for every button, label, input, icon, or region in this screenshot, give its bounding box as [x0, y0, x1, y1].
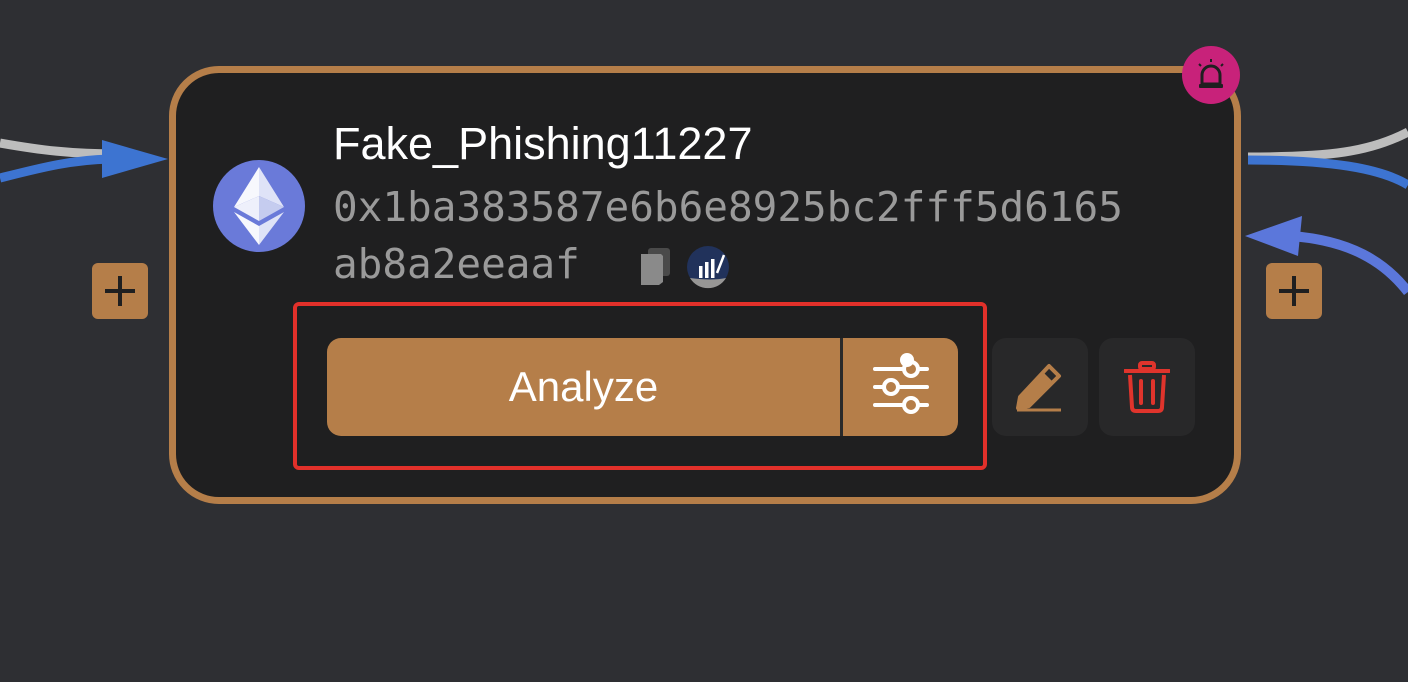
add-right-button[interactable]: [1266, 263, 1322, 319]
analyze-split-button: Analyze: [327, 338, 958, 436]
plus-icon: [1279, 276, 1309, 306]
ethereum-icon: [213, 160, 305, 252]
sliders-icon: [872, 360, 929, 414]
address-line-2: ab8a2eeaaf: [333, 240, 580, 288]
siren-icon: [1198, 59, 1224, 88]
edge-right-gray: [1247, 128, 1408, 162]
address-line-1: 0x1ba383587e6b6e8925bc2fff5d6165: [333, 183, 1123, 231]
pencil-icon: [1016, 364, 1061, 412]
edge-right-blue: [1247, 155, 1408, 189]
copy-icon[interactable]: [637, 246, 673, 286]
edit-button[interactable]: [992, 338, 1088, 436]
settings-indicator-dot: [900, 353, 914, 367]
add-left-button[interactable]: [92, 263, 148, 319]
plus-icon: [105, 276, 135, 306]
trash-icon: [1124, 361, 1170, 413]
analysis-settings-button[interactable]: [843, 338, 958, 436]
edge-right-arrowhead: [1245, 216, 1302, 256]
edge-left-blue: [0, 154, 111, 183]
graph-canvas[interactable]: Fake_Phishing11227 0x1ba383587e6b6e8925b…: [0, 0, 1408, 682]
edge-left-arrowhead: [102, 140, 168, 178]
node-title: Fake_Phishing11227: [333, 118, 753, 169]
block-explorer-icon[interactable]: [686, 245, 730, 289]
alert-badge[interactable]: [1182, 46, 1240, 104]
delete-button[interactable]: [1099, 338, 1195, 436]
analyze-button[interactable]: Analyze: [327, 338, 840, 436]
